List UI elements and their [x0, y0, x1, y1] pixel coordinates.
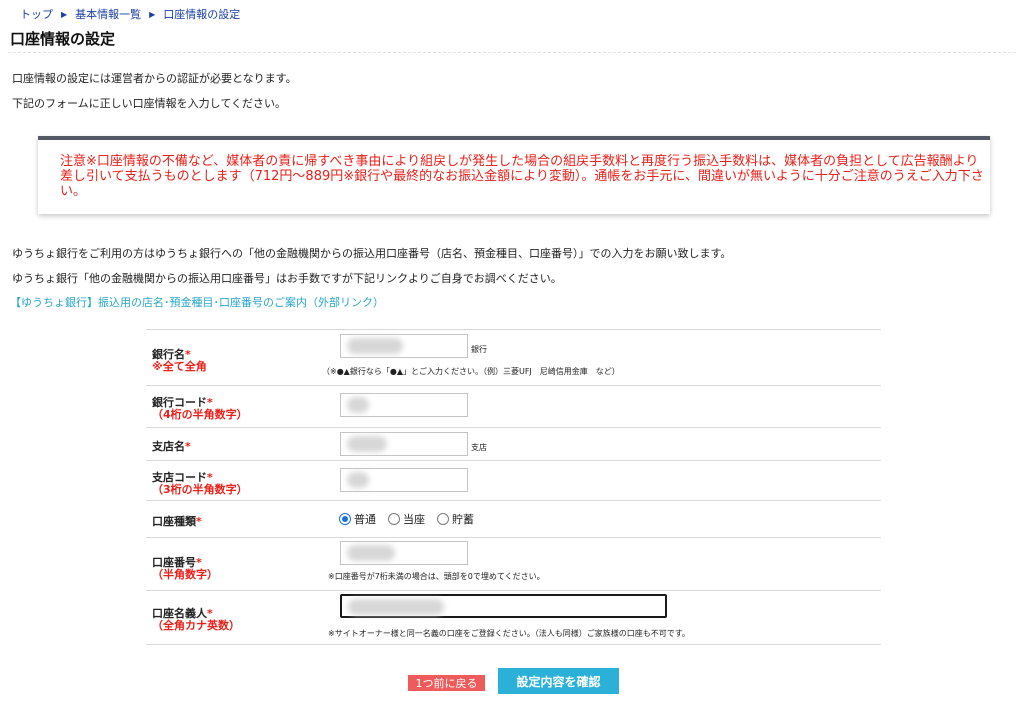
bank-code-sub-label: （4桁の半角数字） — [152, 408, 248, 421]
back-button[interactable]: 1つ前に戻る — [408, 675, 485, 691]
branch-name-input[interactable] — [340, 432, 468, 456]
bank-name-row: 銀行名* ※全て全角 銀行 （※●▲銀行なら「●▲」とご入力ください。（例）三菱… — [146, 329, 881, 385]
notice-text: 注意※口座情報の不備など、媒体者の責に帰すべき事由により組戻しが発生した場合の組… — [60, 154, 984, 199]
account-type-radio-group: 普通 当座 貯蓄 — [339, 511, 486, 527]
branch-name-suffix: 支店 — [471, 443, 487, 452]
bank-code-input[interactable] — [340, 393, 468, 417]
account-holder-sub-label: （全角カナ英数） — [152, 619, 240, 632]
breadcrumb-separator-icon: ▶ — [149, 9, 156, 19]
breadcrumb-basic-info-link[interactable]: 基本情報一覧 — [75, 6, 141, 22]
branch-name-label: 支店名* — [152, 440, 191, 453]
bank-name-suffix: 銀行 — [471, 345, 487, 354]
account-type-radio-futsu[interactable]: 普通 — [339, 511, 376, 527]
account-number-note: ※口座番号が7桁未満の場合は、頭部を0で埋めてください。 — [328, 572, 545, 581]
intro-text-auth: 口座情報の設定には運営者からの認証が必要となります。 — [12, 72, 297, 85]
branch-code-value-redacted — [347, 472, 369, 488]
title-divider — [8, 52, 1016, 53]
intro-text-instruction: 下記のフォームに正しい口座情報を入力してください。 — [12, 97, 287, 110]
page-title: 口座情報の設定 — [10, 30, 116, 48]
radio-checked-icon — [339, 513, 351, 525]
bank-name-sub-label: ※全て全角 — [152, 360, 207, 373]
breadcrumb-top-link[interactable]: トップ — [20, 6, 53, 22]
bank-code-value-redacted — [347, 397, 369, 413]
bank-code-row: 銀行コード* （4桁の半角数字） — [146, 385, 881, 427]
account-number-row: 口座番号* （半角数字） ※口座番号が7桁未満の場合は、頭部を0で埋めてください… — [146, 537, 881, 590]
account-type-row: 口座種類* 普通 当座 貯蓄 — [146, 500, 881, 537]
account-number-input[interactable] — [340, 541, 468, 565]
bank-name-input[interactable] — [340, 334, 468, 358]
breadcrumb: トップ ▶ 基本情報一覧 ▶ 口座情報の設定 — [20, 6, 240, 22]
yucho-info-text: ゆうちょ銀行をご利用の方はゆうちょ銀行への「他の金融機関からの振込用口座番号（店… — [12, 247, 732, 260]
account-holder-note: ※サイトオーナー様と同一名義の口座をご登録ください。（法人も同様）ご家族様の口座… — [328, 629, 690, 638]
account-holder-row: 口座名義人* （全角カナ英数） ※サイトオーナー様と同一名義の口座をご登録くださ… — [146, 590, 881, 645]
branch-name-value-redacted — [347, 436, 387, 452]
account-type-radio-touza[interactable]: 当座 — [388, 511, 425, 527]
branch-code-row: 支店コード* （3桁の半角数字） — [146, 460, 881, 500]
breadcrumb-current-link[interactable]: 口座情報の設定 — [163, 6, 240, 22]
yucho-lookup-text: ゆうちょ銀行「他の金融機関からの振込用口座番号」はお手数ですが下記リンクよりご自… — [12, 272, 562, 285]
branch-name-row: 支店名* 支店 — [146, 427, 881, 460]
notice-box: 注意※口座情報の不備など、媒体者の責に帰すべき事由により組戻しが発生した場合の組… — [38, 136, 990, 214]
radio-unchecked-icon — [388, 513, 400, 525]
radio-unchecked-icon — [437, 513, 449, 525]
account-type-radio-chochiku[interactable]: 貯蓄 — [437, 511, 474, 527]
account-type-label: 口座種類* — [152, 515, 202, 528]
bank-name-value-redacted — [347, 338, 403, 354]
account-holder-value-redacted — [348, 599, 444, 615]
account-holder-input[interactable] — [340, 594, 667, 618]
breadcrumb-separator-icon: ▶ — [61, 9, 68, 19]
confirm-settings-button[interactable]: 設定内容を確認 — [498, 668, 619, 694]
account-number-value-redacted — [347, 545, 395, 561]
account-number-sub-label: （半角数字） — [152, 568, 218, 581]
bank-name-note: （※●▲銀行なら「●▲」とご入力ください。（例）三菱UFJ 尼崎信用金庫 など） — [322, 367, 620, 376]
account-form: 銀行名* ※全て全角 銀行 （※●▲銀行なら「●▲」とご入力ください。（例）三菱… — [146, 329, 881, 645]
yucho-external-link[interactable]: 【ゆうちょ銀行】振込用の店名･預金種目･口座番号のご案内（外部リンク） — [10, 294, 384, 310]
branch-code-sub-label: （3桁の半角数字） — [152, 483, 248, 496]
branch-code-input[interactable] — [340, 468, 468, 492]
